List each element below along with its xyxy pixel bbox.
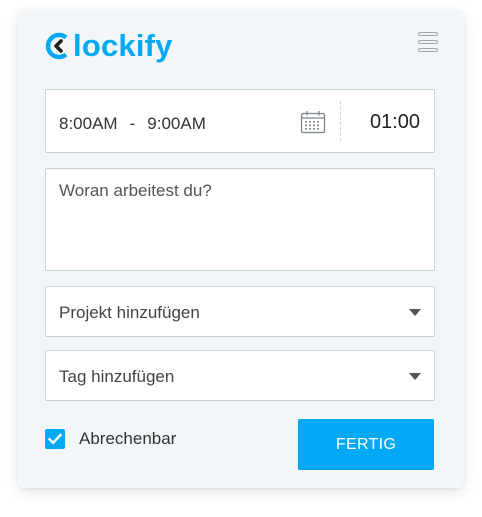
end-time[interactable]: 9:00AM <box>147 114 206 134</box>
chevron-down-icon <box>409 309 421 316</box>
checkmark-icon <box>48 433 62 445</box>
duration-display[interactable]: 01:00 <box>370 111 420 134</box>
billable-checkbox-group[interactable]: Abrechenbar <box>45 429 176 449</box>
clockify-c-icon <box>45 32 68 60</box>
tag-select-label: Tag hinzufügen <box>59 367 175 386</box>
done-button[interactable]: FERTIG <box>298 419 434 470</box>
chevron-down-icon <box>409 373 421 380</box>
clockify-logo: lockify <box>44 26 173 66</box>
tag-select[interactable]: Tag hinzufügen <box>45 350 435 401</box>
divider <box>340 101 341 141</box>
time-tracker-card: lockify 8:00AM - 9:00AM 01:00 Woran arbe… <box>18 10 464 488</box>
time-separator: - <box>129 114 136 133</box>
billable-checkbox[interactable] <box>45 429 65 449</box>
calendar-icon[interactable] <box>300 109 326 135</box>
time-range: 8:00AM - 9:00AM <box>59 114 206 134</box>
hamburger-menu-icon[interactable] <box>416 32 440 54</box>
project-select-label: Projekt hinzufügen <box>59 303 200 322</box>
project-select[interactable]: Projekt hinzufügen <box>45 286 435 337</box>
brand-name: lockify <box>73 28 173 63</box>
billable-label: Abrechenbar <box>79 429 177 448</box>
description-placeholder: Woran arbeitest du? <box>59 181 212 200</box>
time-range-field: 8:00AM - 9:00AM 01:00 <box>45 89 435 153</box>
start-time[interactable]: 8:00AM <box>59 114 118 134</box>
description-input[interactable]: Woran arbeitest du? <box>45 168 435 271</box>
